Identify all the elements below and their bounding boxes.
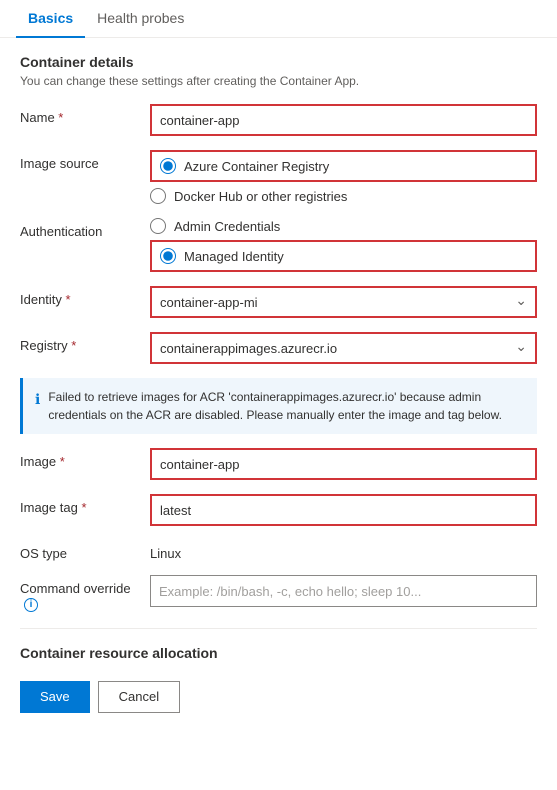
command-override-input[interactable] [150,575,537,607]
acr-radio[interactable] [160,158,176,174]
os-type-value: Linux [150,540,537,561]
command-override-label: Command override i [20,575,150,612]
os-type-row: OS type Linux [20,540,537,561]
identity-dropdown[interactable]: container-app-mi [150,286,537,318]
admin-creds-label: Admin Credentials [174,219,280,234]
image-source-label: Image source [20,150,150,171]
image-tag-row: Image tag * [20,494,537,526]
name-label: Name * [20,104,150,125]
identity-label: Identity * [20,286,150,307]
admin-creds-option[interactable]: Admin Credentials [150,218,537,234]
tab-basics[interactable]: Basics [16,0,85,38]
managed-identity-option[interactable]: Managed Identity [160,248,284,264]
name-field-wrapper [150,104,537,136]
cancel-button[interactable]: Cancel [98,681,180,713]
section-description: You can change these settings after crea… [20,74,537,88]
save-button[interactable]: Save [20,681,90,713]
image-input[interactable] [150,448,537,480]
image-tag-input[interactable] [150,494,537,526]
name-input[interactable] [150,104,537,136]
auth-options: Admin Credentials Managed Identity [150,218,537,272]
command-override-info-icon[interactable]: i [24,598,38,612]
authentication-label: Authentication [20,218,150,239]
authentication-row: Authentication Admin Credentials Managed… [20,218,537,272]
resource-allocation-title: Container resource allocation [20,645,537,661]
image-tag-label: Image tag * [20,494,150,515]
main-content: Container details You can change these s… [0,38,557,729]
button-row: Save Cancel [20,681,537,713]
section-divider [20,628,537,629]
command-override-field-wrapper [150,575,537,607]
image-source-row: Image source Azure Container Registry Do… [20,150,537,204]
managed-identity-label: Managed Identity [184,249,284,264]
image-source-options: Azure Container Registry Docker Hub or o… [150,150,537,204]
image-row: Image * [20,448,537,480]
acr-radio-option[interactable]: Azure Container Registry [160,158,329,174]
registry-label: Registry * [20,332,150,353]
managed-identity-box: Managed Identity [150,240,537,272]
section-title: Container details [20,54,537,70]
identity-row: Identity * container-app-mi [20,286,537,318]
registry-dropdown-wrapper: containerappimages.azurecr.io [150,332,537,364]
command-override-row: Command override i [20,575,537,612]
info-message: Failed to retrieve images for ACR 'conta… [48,388,525,424]
identity-dropdown-wrapper: container-app-mi [150,286,537,318]
image-label: Image * [20,448,150,469]
admin-creds-radio[interactable] [150,218,166,234]
registry-dropdown[interactable]: containerappimages.azurecr.io [150,332,537,364]
registry-row: Registry * containerappimages.azurecr.io [20,332,537,364]
info-icon: ℹ [35,389,40,424]
docker-radio[interactable] [150,188,166,204]
tab-health-probes[interactable]: Health probes [85,0,196,38]
info-box: ℹ Failed to retrieve images for ACR 'con… [20,378,537,434]
os-type-label: OS type [20,540,150,561]
managed-identity-radio[interactable] [160,248,176,264]
tab-bar: Basics Health probes [0,0,557,38]
name-required-marker: * [55,110,64,125]
image-field-wrapper [150,448,537,480]
name-row: Name * [20,104,537,136]
acr-radio-label: Azure Container Registry [184,159,329,174]
docker-radio-label: Docker Hub or other registries [174,189,347,204]
image-tag-field-wrapper [150,494,537,526]
os-type-value-wrapper: Linux [150,540,537,561]
acr-option-box: Azure Container Registry [150,150,537,182]
docker-radio-option[interactable]: Docker Hub or other registries [150,188,537,204]
